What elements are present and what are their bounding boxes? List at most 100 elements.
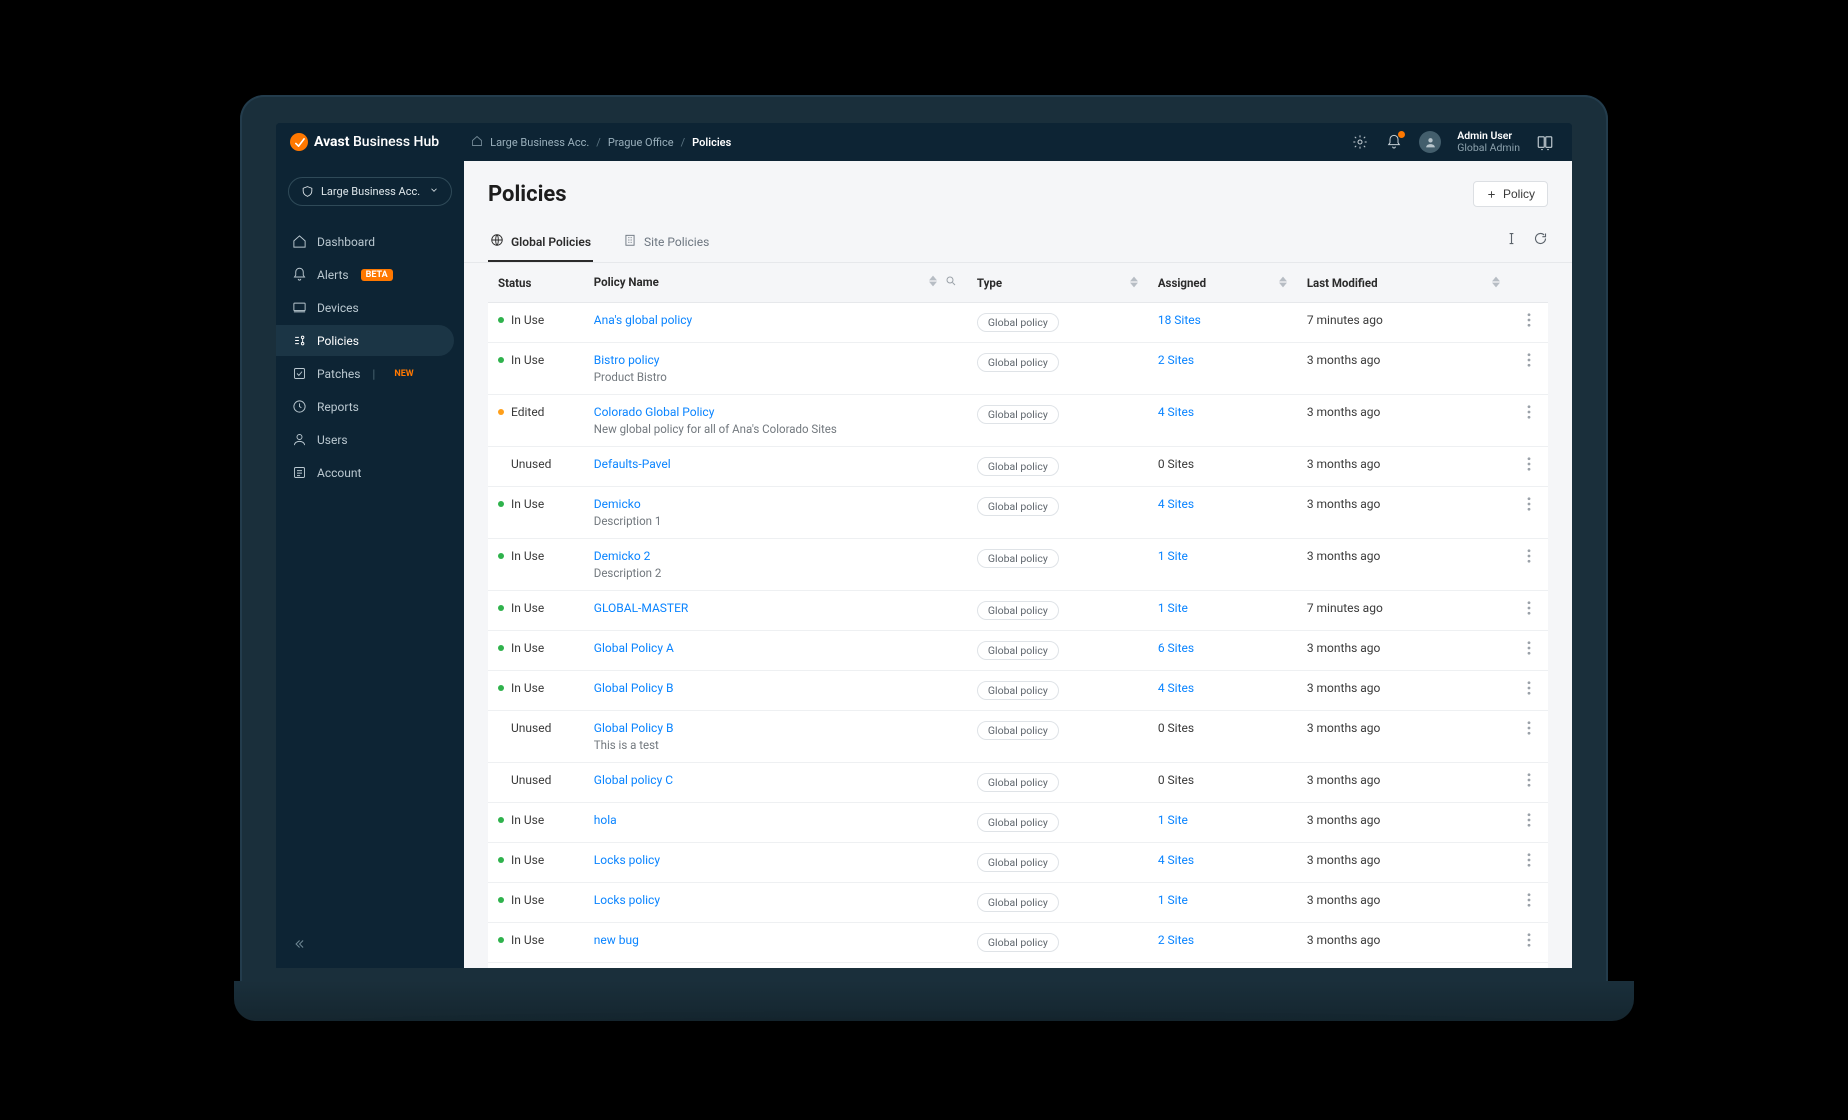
assigned-link[interactable]: 1 Site: [1158, 893, 1188, 907]
row-menu-button[interactable]: [1510, 923, 1548, 963]
assigned-link[interactable]: 1 Site: [1158, 601, 1188, 615]
brand-logo[interactable]: Avast Business Hub: [290, 133, 439, 151]
breadcrumb-current: Policies: [692, 136, 731, 149]
assigned-link[interactable]: 2 Sites: [1158, 353, 1194, 367]
sidebar-item-account[interactable]: Account: [276, 457, 454, 488]
sidebar-item-users[interactable]: Users: [276, 424, 454, 455]
row-menu-button[interactable]: [1510, 591, 1548, 631]
policy-name-link[interactable]: Global Policy A: [594, 641, 674, 655]
assigned-link[interactable]: 18 Sites: [1158, 313, 1201, 327]
table-row[interactable]: In Use Locks policy Global policy 1 Site…: [488, 883, 1548, 923]
table-row[interactable]: In Use new bug Global policy 2 Sites 3 m…: [488, 923, 1548, 963]
row-menu-button[interactable]: [1510, 711, 1548, 763]
new-policy-button[interactable]: Policy: [1473, 181, 1548, 207]
col-assigned[interactable]: Assigned: [1148, 263, 1297, 303]
row-menu-button[interactable]: [1510, 843, 1548, 883]
policy-name-link[interactable]: Colorado Global Policy: [594, 405, 715, 419]
settings-icon[interactable]: [1351, 133, 1369, 151]
policy-name-link[interactable]: Defaults-Pavel: [594, 457, 671, 471]
col-type[interactable]: Type: [967, 263, 1148, 303]
policy-name-link[interactable]: Locks policy: [594, 893, 660, 907]
type-badge: Global policy: [977, 353, 1059, 372]
status-dot-icon: [498, 501, 504, 507]
row-menu-button[interactable]: [1510, 963, 1548, 969]
breadcrumb-account[interactable]: Large Business Acc.: [490, 136, 589, 149]
account-selector[interactable]: Large Business Acc.: [288, 177, 452, 206]
type-badge: Global policy: [977, 641, 1059, 660]
table-scroll[interactable]: Status Policy Name: [464, 263, 1572, 968]
col-policy-name[interactable]: Policy Name: [584, 263, 967, 303]
status-cell: Unused: [498, 721, 574, 735]
assigned-link[interactable]: 4 Sites: [1158, 853, 1194, 867]
row-menu-button[interactable]: [1510, 447, 1548, 487]
sidebar-item-patches[interactable]: Patches|NEW: [276, 358, 454, 389]
table-row[interactable]: Edited Colorado Global PolicyNew global …: [488, 395, 1548, 447]
sort-icon[interactable]: [1130, 276, 1138, 288]
row-menu-button[interactable]: [1510, 539, 1548, 591]
policy-name-link[interactable]: new bug: [594, 933, 639, 947]
table-row[interactable]: In Use Global Policy B Global policy 4 S…: [488, 671, 1548, 711]
policy-name-link[interactable]: Ana's global policy: [594, 313, 692, 327]
avatar[interactable]: [1419, 131, 1441, 153]
sidebar-collapse-button[interactable]: [276, 923, 464, 968]
policy-name-link[interactable]: Demicko: [594, 497, 641, 511]
row-menu-button[interactable]: [1510, 343, 1548, 395]
policy-name-link[interactable]: Global Policy B: [594, 681, 674, 695]
sidebar-item-devices[interactable]: Devices: [276, 292, 454, 323]
row-menu-button[interactable]: [1510, 883, 1548, 923]
col-status[interactable]: Status: [488, 263, 584, 303]
assigned-link[interactable]: 4 Sites: [1158, 681, 1194, 695]
sort-icon[interactable]: [1279, 276, 1287, 288]
table-row[interactable]: In Use GLOBAL-MASTER Global policy 1 Sit…: [488, 591, 1548, 631]
table-row[interactable]: Unused Global Policy BThis is a test Glo…: [488, 711, 1548, 763]
sidebar-item-alerts[interactable]: AlertsBETA: [276, 259, 454, 290]
row-menu-button[interactable]: [1510, 303, 1548, 343]
assigned-link[interactable]: 4 Sites: [1158, 497, 1194, 511]
sidebar-item-dashboard[interactable]: Dashboard: [276, 226, 454, 257]
search-icon[interactable]: [945, 275, 957, 290]
policy-name-link[interactable]: Global Policy B: [594, 721, 674, 735]
row-menu-button[interactable]: [1510, 803, 1548, 843]
policy-name-link[interactable]: Bistro policy: [594, 353, 660, 367]
assigned-link[interactable]: 1 Site: [1158, 549, 1188, 563]
assigned-link[interactable]: 1 Site: [1158, 813, 1188, 827]
policy-name-link[interactable]: Locks policy: [594, 853, 660, 867]
assigned-link[interactable]: 6 Sites: [1158, 641, 1194, 655]
policy-name-link[interactable]: GLOBAL-MASTER: [594, 601, 689, 615]
rename-icon[interactable]: [1504, 231, 1519, 249]
nav-icon: [292, 234, 307, 249]
row-menu-button[interactable]: [1510, 671, 1548, 711]
table-row[interactable]: In Use Global Policy A Global policy 6 S…: [488, 631, 1548, 671]
home-icon[interactable]: [471, 135, 483, 150]
row-menu-button[interactable]: [1510, 763, 1548, 803]
table-row[interactable]: In Use Locks policy Global policy 4 Site…: [488, 843, 1548, 883]
notifications-icon[interactable]: [1385, 133, 1403, 151]
sort-icon[interactable]: [1492, 276, 1500, 288]
policy-name-link[interactable]: hola: [594, 813, 617, 827]
table-row[interactable]: Unused Global policy C Global policy 0 S…: [488, 763, 1548, 803]
assigned-link[interactable]: 4 Sites: [1158, 405, 1194, 419]
sort-icon[interactable]: [929, 275, 937, 287]
tab-global-policies[interactable]: Global Policies: [488, 223, 593, 262]
table-row[interactable]: In Use hola Global policy 1 Site 3 month…: [488, 803, 1548, 843]
user-block[interactable]: Admin User Global Admin: [1457, 130, 1520, 154]
app-switch-icon[interactable]: [1536, 133, 1554, 151]
table-row[interactable]: In Use Ana's global policy Global policy…: [488, 303, 1548, 343]
tab-site-policies[interactable]: Site Policies: [621, 223, 711, 262]
table-row[interactable]: In Use Bistro policyProduct Bistro Globa…: [488, 343, 1548, 395]
row-menu-button[interactable]: [1510, 395, 1548, 447]
table-row[interactable]: In Use Demicko 2Description 2 Global pol…: [488, 539, 1548, 591]
col-last-modified[interactable]: Last Modified: [1297, 263, 1510, 303]
row-menu-button[interactable]: [1510, 631, 1548, 671]
policy-name-link[interactable]: Demicko 2: [594, 549, 651, 563]
refresh-icon[interactable]: [1533, 231, 1548, 249]
row-menu-button[interactable]: [1510, 487, 1548, 539]
table-row[interactable]: Unused Defaults-Pavel Global policy 0 Si…: [488, 447, 1548, 487]
breadcrumb-site[interactable]: Prague Office: [608, 136, 674, 149]
policy-name-link[interactable]: Global policy C: [594, 773, 673, 787]
table-row[interactable]: In Use New global defaults Global policy…: [488, 963, 1548, 969]
assigned-link[interactable]: 2 Sites: [1158, 933, 1194, 947]
table-row[interactable]: In Use DemickoDescription 1 Global polic…: [488, 487, 1548, 539]
sidebar-item-policies[interactable]: Policies: [276, 325, 454, 356]
sidebar-item-reports[interactable]: Reports: [276, 391, 454, 422]
